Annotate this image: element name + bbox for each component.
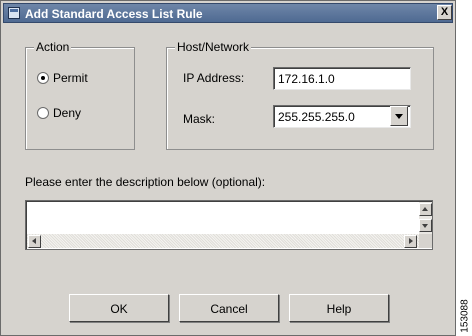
scroll-right-icon[interactable]: [404, 235, 417, 248]
scroll-left-icon[interactable]: [28, 235, 41, 248]
host-network-group: Host/Network: [166, 40, 434, 150]
figure-id-label: 153088: [458, 296, 472, 336]
ip-address-input[interactable]: 172.16.1.0: [273, 67, 411, 90]
scroll-down-icon[interactable]: [419, 219, 432, 232]
scrollbar-corner: [419, 234, 432, 248]
dialog-window: Add Standard Access List Rule X Action P…: [0, 0, 456, 336]
ok-button[interactable]: OK: [69, 294, 169, 322]
chevron-down-icon[interactable]: [390, 106, 408, 126]
cancel-button[interactable]: Cancel: [179, 294, 279, 322]
action-group: Action: [25, 40, 135, 150]
description-prompt: Please enter the description below (opti…: [25, 175, 266, 189]
title-bar: Add Standard Access List Rule: [3, 3, 453, 23]
figure-id-text: 153088: [459, 299, 471, 333]
scroll-up-icon[interactable]: [419, 203, 432, 216]
ip-address-label: IP Address:: [183, 71, 245, 85]
vertical-scrollbar[interactable]: [419, 202, 432, 234]
permit-radio[interactable]: [37, 72, 49, 84]
close-button[interactable]: X: [437, 5, 452, 20]
window-title: Add Standard Access List Rule: [25, 7, 203, 21]
deny-label[interactable]: Deny: [53, 106, 81, 120]
help-button[interactable]: Help: [289, 294, 389, 322]
permit-label[interactable]: Permit: [53, 71, 88, 85]
horizontal-scrollbar[interactable]: [27, 234, 419, 248]
app-window-icon: [8, 7, 20, 19]
host-network-legend: Host/Network: [175, 40, 252, 54]
mask-selected-value: 255.255.255.0: [278, 110, 355, 124]
action-legend: Action: [34, 40, 72, 54]
deny-radio[interactable]: [37, 107, 49, 119]
description-textarea[interactable]: [25, 200, 433, 250]
mask-label: Mask:: [183, 112, 216, 126]
